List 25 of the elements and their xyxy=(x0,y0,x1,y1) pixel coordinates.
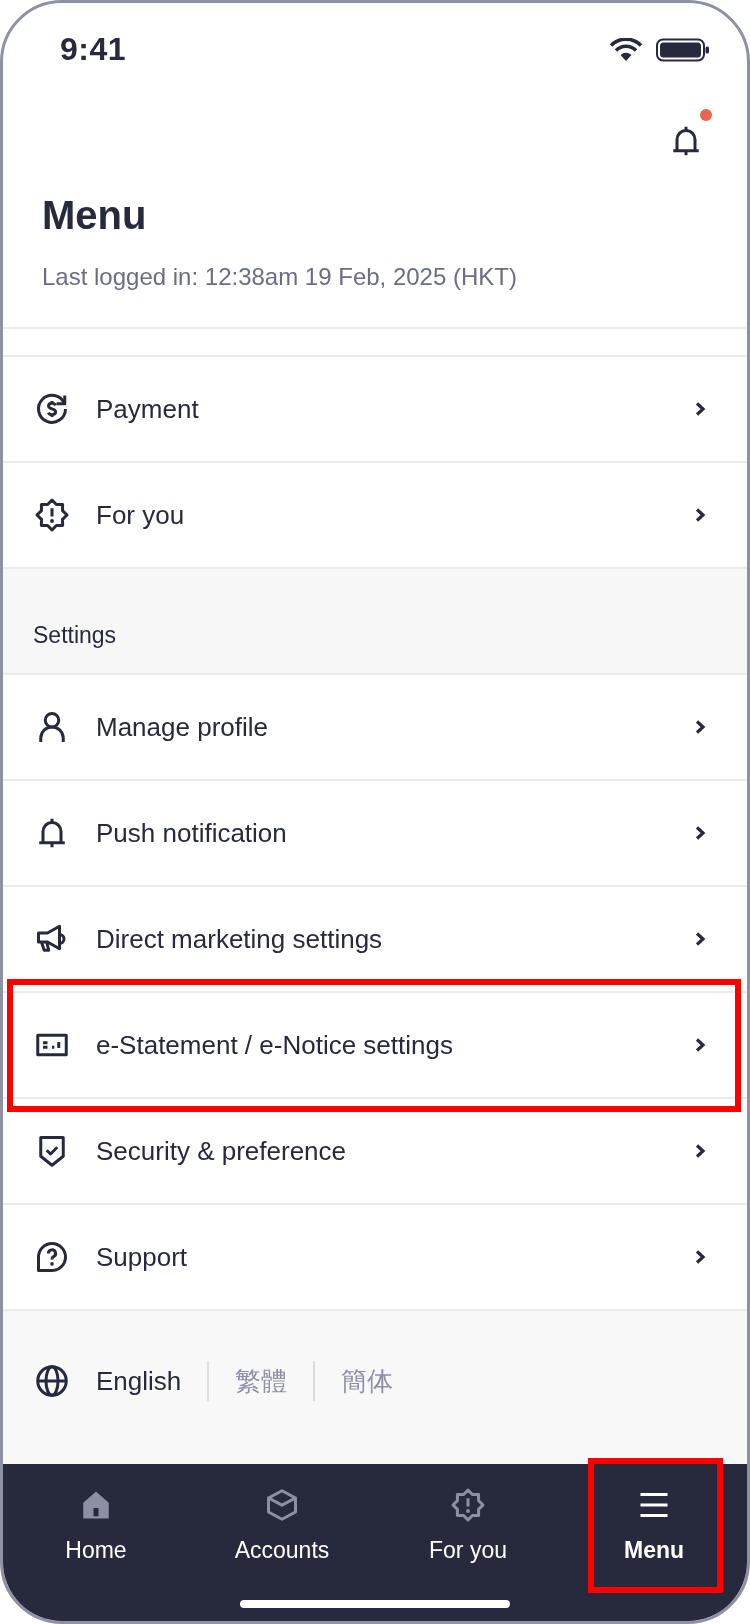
battery-icon xyxy=(656,37,710,62)
chevron-right-icon xyxy=(693,930,707,948)
chevron-right-icon xyxy=(693,1036,707,1054)
star-badge-icon xyxy=(34,497,70,533)
wifi-icon xyxy=(609,37,643,62)
status-time: 9:41 xyxy=(60,31,127,68)
chevron-right-icon xyxy=(693,506,707,524)
section-header: Settings xyxy=(3,569,747,673)
globe-icon xyxy=(34,1363,70,1399)
last-login-text: Last logged in: 12:38am 19 Feb, 2025 (HKT) xyxy=(3,261,747,329)
chevron-right-icon xyxy=(693,1248,707,1266)
chevron-right-icon xyxy=(693,718,707,736)
nav-tab[interactable]: Menu xyxy=(615,1464,693,1584)
page-title: Menu xyxy=(41,192,148,239)
box-icon xyxy=(264,1487,300,1523)
help-bubble-icon xyxy=(34,1239,70,1275)
nav-tab[interactable]: Accounts xyxy=(226,1464,338,1584)
nav-tab[interactable]: For you xyxy=(421,1464,515,1584)
dollar-cycle-icon xyxy=(34,391,70,427)
chevron-right-icon xyxy=(693,1142,707,1160)
language-option[interactable]: English xyxy=(96,1365,182,1397)
star-badge-icon xyxy=(450,1487,486,1523)
chevron-right-icon xyxy=(693,400,707,418)
chevron-right-icon xyxy=(693,824,707,842)
nav-tab[interactable]: Home xyxy=(57,1464,135,1584)
